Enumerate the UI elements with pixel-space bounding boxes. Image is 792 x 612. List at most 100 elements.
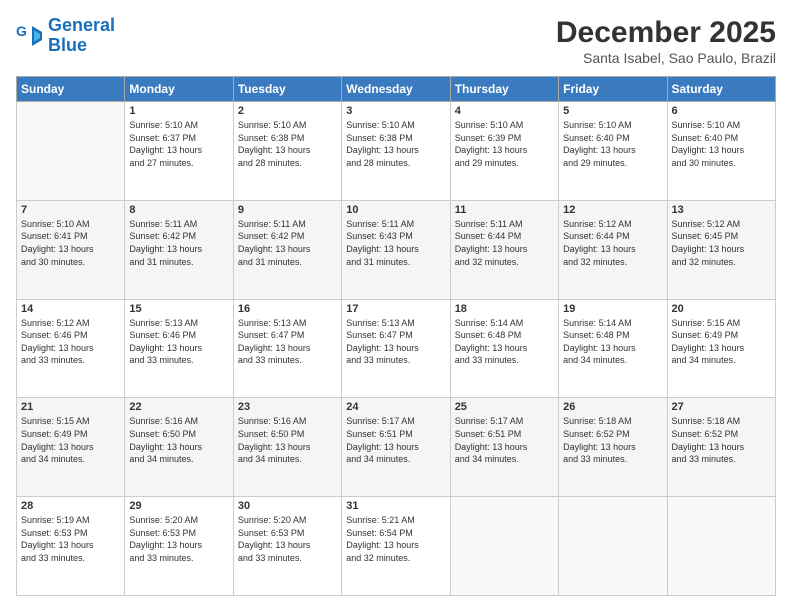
calendar-cell: 15 Sunrise: 5:13 AM Sunset: 6:46 PM Dayli… xyxy=(125,299,233,398)
day-detail: Sunrise: 5:16 AM Sunset: 6:50 PM Dayligh… xyxy=(129,415,228,465)
day-detail: Sunrise: 5:12 AM Sunset: 6:45 PM Dayligh… xyxy=(672,218,771,268)
day-detail: Sunrise: 5:11 AM Sunset: 6:42 PM Dayligh… xyxy=(238,218,337,268)
day-number: 1 xyxy=(129,105,228,117)
day-number: 18 xyxy=(455,303,554,315)
calendar-cell: 13Sunrise: 5:12 AM Sunset: 6:45 PM Dayli… xyxy=(667,200,775,299)
header-monday: Monday xyxy=(125,77,233,102)
logo-line2: Blue xyxy=(48,35,87,55)
calendar-cell: 26 Sunrise: 5:18 AM Sunset: 6:52 PM Dayli… xyxy=(559,398,667,497)
day-detail: Sunrise: 5:20 AM Sunset: 6:53 PM Dayligh… xyxy=(238,514,337,564)
subtitle: Santa Isabel, Sao Paulo, Brazil xyxy=(556,50,776,66)
header-sunday: Sunday xyxy=(17,77,125,102)
day-detail: Sunrise: 5:18 AM Sunset: 6:52 PM Dayligh… xyxy=(672,415,771,465)
week-row-4: 28 Sunrise: 5:19 AM Sunset: 6:53 PM Dayli… xyxy=(17,497,776,596)
day-detail: Sunrise: 5:10 AM Sunset: 6:41 PM Dayligh… xyxy=(21,218,120,268)
day-detail: Sunrise: 5:17 AM Sunset: 6:51 PM Dayligh… xyxy=(455,415,554,465)
day-detail: Sunrise: 5:21 AM Sunset: 6:54 PM Dayligh… xyxy=(346,514,445,564)
calendar-cell: 30 Sunrise: 5:20 AM Sunset: 6:53 PM Dayli… xyxy=(233,497,341,596)
day-detail: Sunrise: 5:10 AM Sunset: 6:38 PM Dayligh… xyxy=(238,119,337,169)
logo-line1: General xyxy=(48,15,115,35)
calendar-cell: 18 Sunrise: 5:14 AM Sunset: 6:48 PM Dayli… xyxy=(450,299,558,398)
day-number: 14 xyxy=(21,303,120,315)
header-row: SundayMondayTuesdayWednesdayThursdayFrid… xyxy=(17,77,776,102)
day-number: 28 xyxy=(21,500,120,512)
day-number: 12 xyxy=(563,204,662,216)
calendar-cell xyxy=(559,497,667,596)
day-number: 11 xyxy=(455,204,554,216)
day-number: 24 xyxy=(346,401,445,413)
day-detail: Sunrise: 5:18 AM Sunset: 6:52 PM Dayligh… xyxy=(563,415,662,465)
calendar-cell: 31 Sunrise: 5:21 AM Sunset: 6:54 PM Dayli… xyxy=(342,497,450,596)
header: G General Blue December 2025 Santa Isabe… xyxy=(16,16,776,66)
page: G General Blue December 2025 Santa Isabe… xyxy=(0,0,792,612)
calendar-cell xyxy=(17,102,125,201)
day-detail: Sunrise: 5:16 AM Sunset: 6:50 PM Dayligh… xyxy=(238,415,337,465)
week-row-0: 1 Sunrise: 5:10 AM Sunset: 6:37 PM Daylig… xyxy=(17,102,776,201)
header-wednesday: Wednesday xyxy=(342,77,450,102)
calendar-table: SundayMondayTuesdayWednesdayThursdayFrid… xyxy=(16,76,776,596)
day-detail: Sunrise: 5:11 AM Sunset: 6:44 PM Dayligh… xyxy=(455,218,554,268)
calendar-cell: 6Sunrise: 5:10 AM Sunset: 6:40 PM Daylig… xyxy=(667,102,775,201)
day-number: 26 xyxy=(563,401,662,413)
calendar-cell: 14 Sunrise: 5:12 AM Sunset: 6:46 PM Dayli… xyxy=(17,299,125,398)
day-detail: Sunrise: 5:13 AM Sunset: 6:46 PM Dayligh… xyxy=(129,317,228,367)
calendar-cell: 28 Sunrise: 5:19 AM Sunset: 6:53 PM Dayli… xyxy=(17,497,125,596)
week-row-3: 21 Sunrise: 5:15 AM Sunset: 6:49 PM Dayli… xyxy=(17,398,776,497)
svg-text:G: G xyxy=(16,23,27,39)
day-detail: Sunrise: 5:10 AM Sunset: 6:40 PM Dayligh… xyxy=(563,119,662,169)
calendar-cell: 1 Sunrise: 5:10 AM Sunset: 6:37 PM Daylig… xyxy=(125,102,233,201)
title-block: December 2025 Santa Isabel, Sao Paulo, B… xyxy=(556,16,776,66)
day-number: 9 xyxy=(238,204,337,216)
day-number: 3 xyxy=(346,105,445,117)
calendar-cell: 2 Sunrise: 5:10 AM Sunset: 6:38 PM Daylig… xyxy=(233,102,341,201)
day-detail: Sunrise: 5:14 AM Sunset: 6:48 PM Dayligh… xyxy=(455,317,554,367)
calendar-cell: 17 Sunrise: 5:13 AM Sunset: 6:47 PM Dayli… xyxy=(342,299,450,398)
day-number: 17 xyxy=(346,303,445,315)
calendar-cell: 10Sunrise: 5:11 AM Sunset: 6:43 PM Dayli… xyxy=(342,200,450,299)
day-number: 20 xyxy=(672,303,771,315)
day-detail: Sunrise: 5:14 AM Sunset: 6:48 PM Dayligh… xyxy=(563,317,662,367)
day-detail: Sunrise: 5:11 AM Sunset: 6:42 PM Dayligh… xyxy=(129,218,228,268)
calendar-cell: 25 Sunrise: 5:17 AM Sunset: 6:51 PM Dayli… xyxy=(450,398,558,497)
logo: G General Blue xyxy=(16,16,115,56)
day-detail: Sunrise: 5:12 AM Sunset: 6:44 PM Dayligh… xyxy=(563,218,662,268)
calendar-cell: 4Sunrise: 5:10 AM Sunset: 6:39 PM Daylig… xyxy=(450,102,558,201)
day-detail: Sunrise: 5:13 AM Sunset: 6:47 PM Dayligh… xyxy=(346,317,445,367)
calendar-cell: 27 Sunrise: 5:18 AM Sunset: 6:52 PM Dayli… xyxy=(667,398,775,497)
day-detail: Sunrise: 5:17 AM Sunset: 6:51 PM Dayligh… xyxy=(346,415,445,465)
day-number: 5 xyxy=(563,105,662,117)
day-number: 6 xyxy=(672,105,771,117)
calendar-cell: 11 Sunrise: 5:11 AM Sunset: 6:44 PM Dayli… xyxy=(450,200,558,299)
header-tuesday: Tuesday xyxy=(233,77,341,102)
calendar-cell: 5 Sunrise: 5:10 AM Sunset: 6:40 PM Daylig… xyxy=(559,102,667,201)
day-number: 7 xyxy=(21,204,120,216)
day-number: 29 xyxy=(129,500,228,512)
calendar-cell: 24 Sunrise: 5:17 AM Sunset: 6:51 PM Dayli… xyxy=(342,398,450,497)
calendar-cell: 9 Sunrise: 5:11 AM Sunset: 6:42 PM Daylig… xyxy=(233,200,341,299)
day-number: 21 xyxy=(21,401,120,413)
day-detail: Sunrise: 5:12 AM Sunset: 6:46 PM Dayligh… xyxy=(21,317,120,367)
calendar-cell: 8Sunrise: 5:11 AM Sunset: 6:42 PM Daylig… xyxy=(125,200,233,299)
week-row-2: 14 Sunrise: 5:12 AM Sunset: 6:46 PM Dayli… xyxy=(17,299,776,398)
day-detail: Sunrise: 5:15 AM Sunset: 6:49 PM Dayligh… xyxy=(672,317,771,367)
day-number: 19 xyxy=(563,303,662,315)
day-number: 16 xyxy=(238,303,337,315)
logo-text: General Blue xyxy=(48,16,115,56)
calendar-cell: 21 Sunrise: 5:15 AM Sunset: 6:49 PM Dayli… xyxy=(17,398,125,497)
day-detail: Sunrise: 5:13 AM Sunset: 6:47 PM Dayligh… xyxy=(238,317,337,367)
day-number: 22 xyxy=(129,401,228,413)
day-detail: Sunrise: 5:19 AM Sunset: 6:53 PM Dayligh… xyxy=(21,514,120,564)
day-detail: Sunrise: 5:10 AM Sunset: 6:37 PM Dayligh… xyxy=(129,119,228,169)
day-number: 2 xyxy=(238,105,337,117)
day-detail: Sunrise: 5:15 AM Sunset: 6:49 PM Dayligh… xyxy=(21,415,120,465)
header-thursday: Thursday xyxy=(450,77,558,102)
calendar-cell xyxy=(667,497,775,596)
day-detail: Sunrise: 5:10 AM Sunset: 6:39 PM Dayligh… xyxy=(455,119,554,169)
day-number: 25 xyxy=(455,401,554,413)
day-number: 30 xyxy=(238,500,337,512)
day-number: 27 xyxy=(672,401,771,413)
day-number: 15 xyxy=(129,303,228,315)
calendar-cell: 20 Sunrise: 5:15 AM Sunset: 6:49 PM Dayli… xyxy=(667,299,775,398)
day-number: 31 xyxy=(346,500,445,512)
calendar-cell: 7 Sunrise: 5:10 AM Sunset: 6:41 PM Daylig… xyxy=(17,200,125,299)
